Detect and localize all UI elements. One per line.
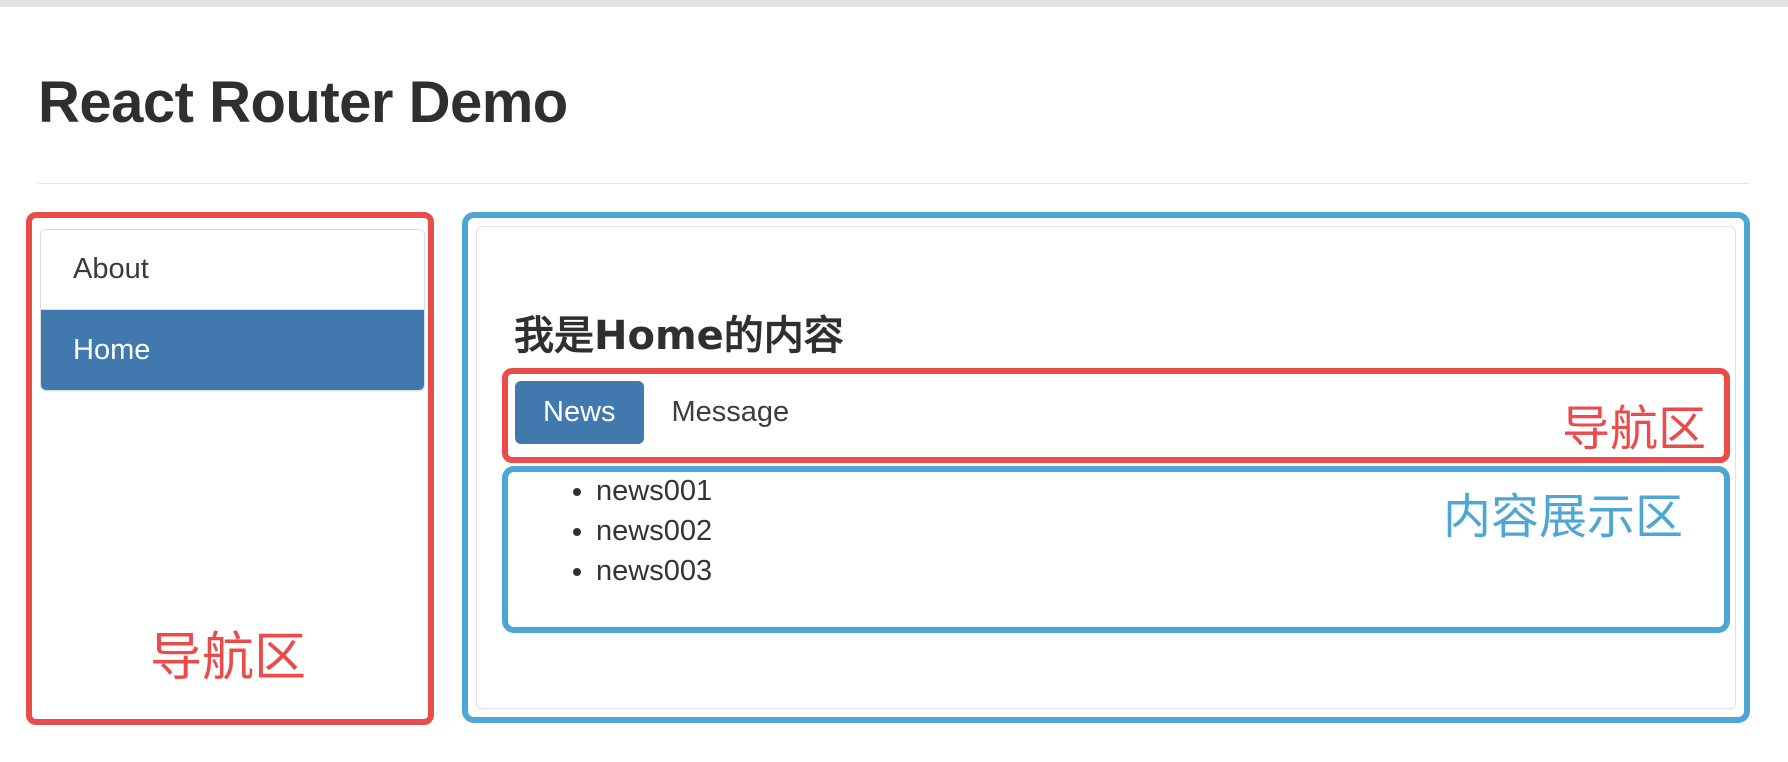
sidebar-item-label: About	[73, 253, 149, 285]
page-title: React Router Demo	[38, 70, 568, 135]
tab-label: News	[543, 396, 616, 428]
sidebar-item-home[interactable]: Home	[41, 310, 424, 390]
sidebar-nav: About Home	[40, 229, 425, 391]
title-divider	[38, 183, 1750, 184]
news-list: news001 news002 news003	[556, 471, 712, 591]
tab-news[interactable]: News	[515, 381, 644, 445]
nav-area-annotation-label: 导航区	[150, 628, 307, 688]
tab-message[interactable]: Message	[644, 381, 818, 444]
tab-label: Message	[671, 396, 790, 428]
home-content-heading: 我是Home的内容	[514, 313, 844, 359]
top-strip	[0, 0, 1788, 7]
tabs-annotation-label: 导航区	[1562, 401, 1707, 457]
sidebar-item-about[interactable]: About	[41, 230, 424, 310]
list-item[interactable]: news002	[596, 511, 712, 551]
list-item[interactable]: news001	[596, 471, 712, 511]
content-tabbar: News Message	[515, 381, 818, 445]
page-root: React Router Demo 导航区 About Home 内容展示区 我…	[0, 7, 1788, 762]
list-item[interactable]: news003	[596, 551, 712, 591]
news-list-annotation-label: 内容展示区	[1443, 489, 1684, 545]
sidebar-item-label: Home	[73, 333, 151, 366]
